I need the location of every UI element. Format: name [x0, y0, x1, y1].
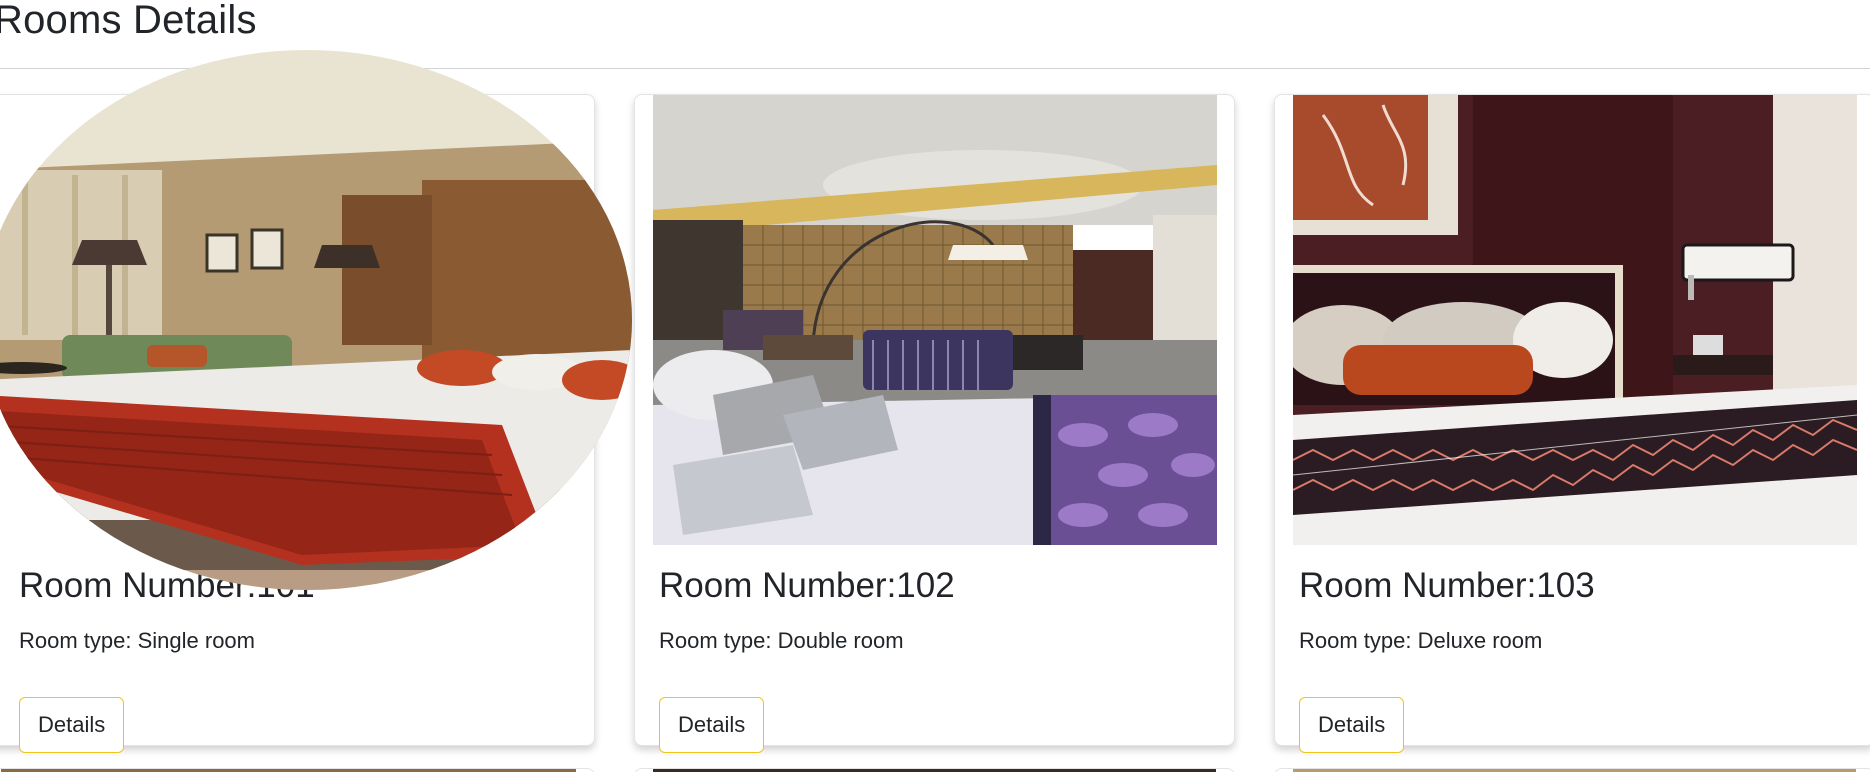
- room-number: Room Number:102: [659, 566, 955, 605]
- hotel-room-single-photo: [0, 50, 632, 590]
- page-title: Rooms Details: [0, 0, 257, 42]
- room-photo-103[interactable]: [1293, 95, 1857, 545]
- details-button[interactable]: Details: [19, 697, 125, 753]
- details-button[interactable]: Details: [659, 697, 765, 753]
- room-card-next-row: [634, 768, 1235, 772]
- rooms-page: Rooms Details Room Number:101 Room type:…: [0, 0, 1870, 772]
- room-card-103: Room Number:103 Room type: Deluxe room D…: [1274, 94, 1870, 753]
- room-card-next-row: [0, 768, 595, 772]
- room-photo-102[interactable]: [653, 95, 1217, 545]
- room-number: Room Number:103: [1299, 566, 1595, 605]
- room-card-102: Room Number:102 Room type: Double room D…: [634, 94, 1235, 753]
- room-card-next-row: [1274, 768, 1870, 772]
- room-card-body: Room Number:102 Room type: Double room D…: [659, 565, 1216, 753]
- room-type: Room type: Deluxe room: [1299, 628, 1543, 653]
- room-card-body: Room Number:103 Room type: Deluxe room D…: [1299, 565, 1856, 753]
- room-type: Room type: Single room: [19, 628, 255, 653]
- room-photo-101[interactable]: [0, 50, 632, 590]
- hotel-room-deluxe-photo: [1293, 95, 1857, 545]
- hotel-room-double-photo: [653, 95, 1217, 545]
- room-type: Room type: Double room: [659, 628, 904, 653]
- details-button[interactable]: Details: [1299, 697, 1405, 753]
